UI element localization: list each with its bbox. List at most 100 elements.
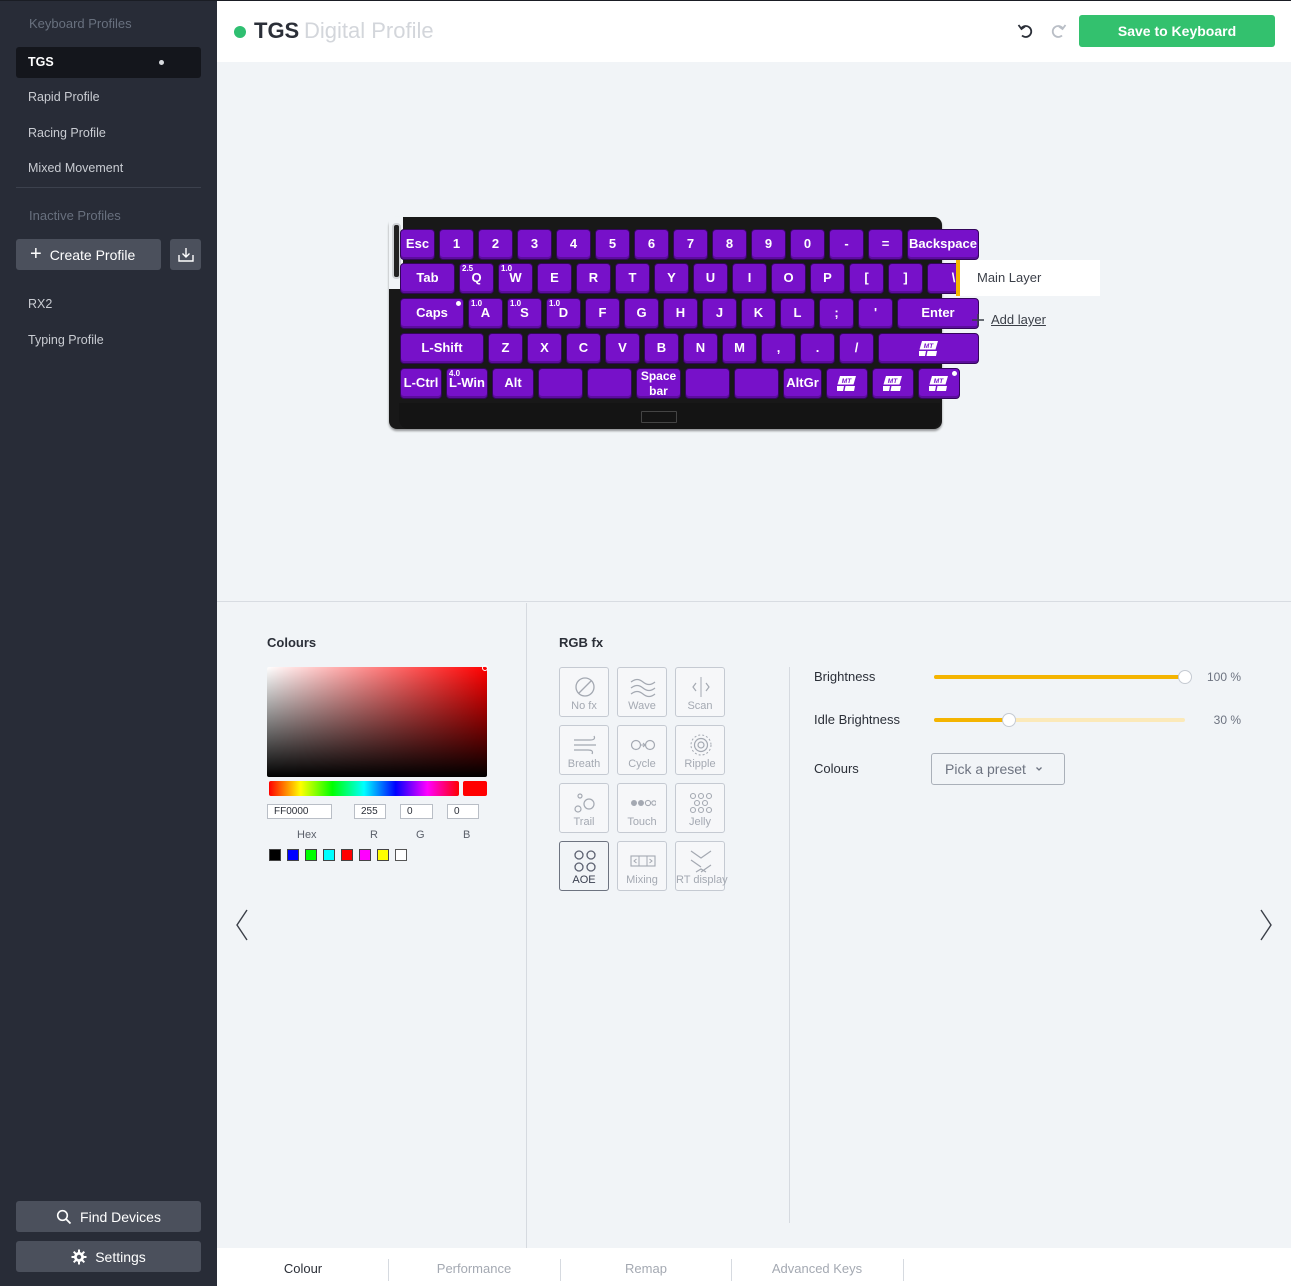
key[interactable]: Y [654,263,689,294]
key[interactable]: ; [819,298,854,329]
fx-button-rt-display[interactable]: RT display [675,841,728,891]
find-devices-button[interactable]: Find Devices [16,1201,201,1232]
key[interactable]: U [693,263,728,294]
key[interactable]: Caps [400,298,464,329]
fx-button-breath[interactable]: Breath [559,725,609,775]
key[interactable]: J [702,298,737,329]
key[interactable]: X [527,333,562,364]
key[interactable]: Backspace [907,229,979,260]
tab-advanced-keys[interactable]: Advanced Keys [731,1248,903,1286]
colour-swatch[interactable] [377,849,389,861]
key[interactable]: K [741,298,776,329]
profile-item-mixed-movement[interactable]: Mixed Movement [16,153,201,184]
key[interactable]: H [663,298,698,329]
key[interactable]: P [810,263,845,294]
fx-button-touch[interactable]: Touch [617,783,667,833]
colour-swatch[interactable] [341,849,353,861]
b-input[interactable] [447,804,479,819]
create-profile-button[interactable]: + Create Profile [16,239,161,270]
key[interactable]: B [644,333,679,364]
fx-button-scan[interactable]: Scan [675,667,725,717]
key[interactable]: V [605,333,640,364]
key[interactable]: N [683,333,718,364]
key[interactable]: Enter [897,298,979,329]
key[interactable]: O [771,263,806,294]
key[interactable]: = [868,229,903,260]
key[interactable]: 9 [751,229,786,260]
fx-button-cycle[interactable]: Cycle [617,725,667,775]
undo-icon[interactable] [1017,22,1035,40]
key[interactable]: MT [826,368,868,399]
profile-item-rx2[interactable]: RX2 [16,289,201,320]
key[interactable]: 5 [595,229,630,260]
key[interactable]: G [624,298,659,329]
key[interactable] [587,368,632,399]
brightness-slider[interactable] [934,670,1192,684]
key[interactable]: , [761,333,796,364]
fx-button-trail[interactable]: Trail [559,783,609,833]
brightness-thumb[interactable] [1178,670,1192,684]
chevron-left-icon[interactable] [235,908,249,942]
key[interactable]: D 1.0 [546,298,581,329]
hue-slider[interactable] [269,781,459,796]
key[interactable]: S 1.0 [507,298,542,329]
fx-button-mixing[interactable]: Mixing [617,841,667,891]
tab-remap[interactable]: Remap [560,1248,732,1286]
key[interactable]: / [839,333,874,364]
import-profile-button[interactable] [170,239,201,270]
key[interactable]: E [537,263,572,294]
redo-icon[interactable] [1049,22,1067,40]
key[interactable]: - [829,229,864,260]
fx-button-ripple[interactable]: Ripple [675,725,725,775]
key[interactable]: Tab [400,263,455,294]
key[interactable]: MT [878,333,979,364]
colour-swatch[interactable] [287,849,299,861]
profile-item-typing[interactable]: Typing Profile [16,325,201,356]
hex-input[interactable] [267,804,332,819]
key[interactable]: 3 [517,229,552,260]
colour-swatch[interactable] [323,849,335,861]
key[interactable]: ] [888,263,923,294]
key[interactable]: . [800,333,835,364]
settings-button[interactable]: Settings [16,1241,201,1272]
key[interactable]: 6 [634,229,669,260]
g-input[interactable] [400,804,433,819]
key[interactable] [538,368,583,399]
fx-button-no-fx[interactable]: No fx [559,667,609,717]
key[interactable]: I [732,263,767,294]
key[interactable]: AltGr [783,368,822,399]
key[interactable] [734,368,779,399]
saturation-value-thumb[interactable] [482,665,488,671]
idle-brightness-slider[interactable] [934,713,1185,727]
key[interactable]: Z [488,333,523,364]
fx-button-aoe[interactable]: AOE [559,841,609,891]
idle-brightness-thumb[interactable] [1002,713,1016,727]
key[interactable]: 0 [790,229,825,260]
key[interactable]: F [585,298,620,329]
key[interactable]: [ [849,263,884,294]
save-to-keyboard-button[interactable]: Save to Keyboard [1079,15,1275,47]
colour-swatch[interactable] [269,849,281,861]
tab-colour[interactable]: Colour [217,1248,389,1286]
r-input[interactable] [354,804,386,819]
key[interactable]: T [615,263,650,294]
add-layer-button[interactable]: Add layer [971,312,1046,327]
key[interactable]: R [576,263,611,294]
key[interactable]: 4 [556,229,591,260]
key[interactable]: L-Shift [400,333,484,364]
colour-swatch[interactable] [359,849,371,861]
key[interactable]: 8 [712,229,747,260]
saturation-value-picker[interactable] [267,667,487,777]
colour-swatch[interactable] [305,849,317,861]
key[interactable]: 1 [439,229,474,260]
tab-performance[interactable]: Performance [388,1248,560,1286]
profile-item-racing[interactable]: Racing Profile [16,118,201,149]
profile-item-tgs[interactable]: TGS [16,47,201,78]
profile-item-rapid[interactable]: Rapid Profile [16,82,201,113]
key[interactable]: Esc [400,229,435,260]
preset-dropdown[interactable]: Pick a preset [931,753,1065,785]
colour-swatch[interactable] [395,849,407,861]
fx-button-jelly[interactable]: Jelly [675,783,725,833]
key[interactable]: C [566,333,601,364]
key[interactable]: L-Win 4.0 [446,368,488,399]
